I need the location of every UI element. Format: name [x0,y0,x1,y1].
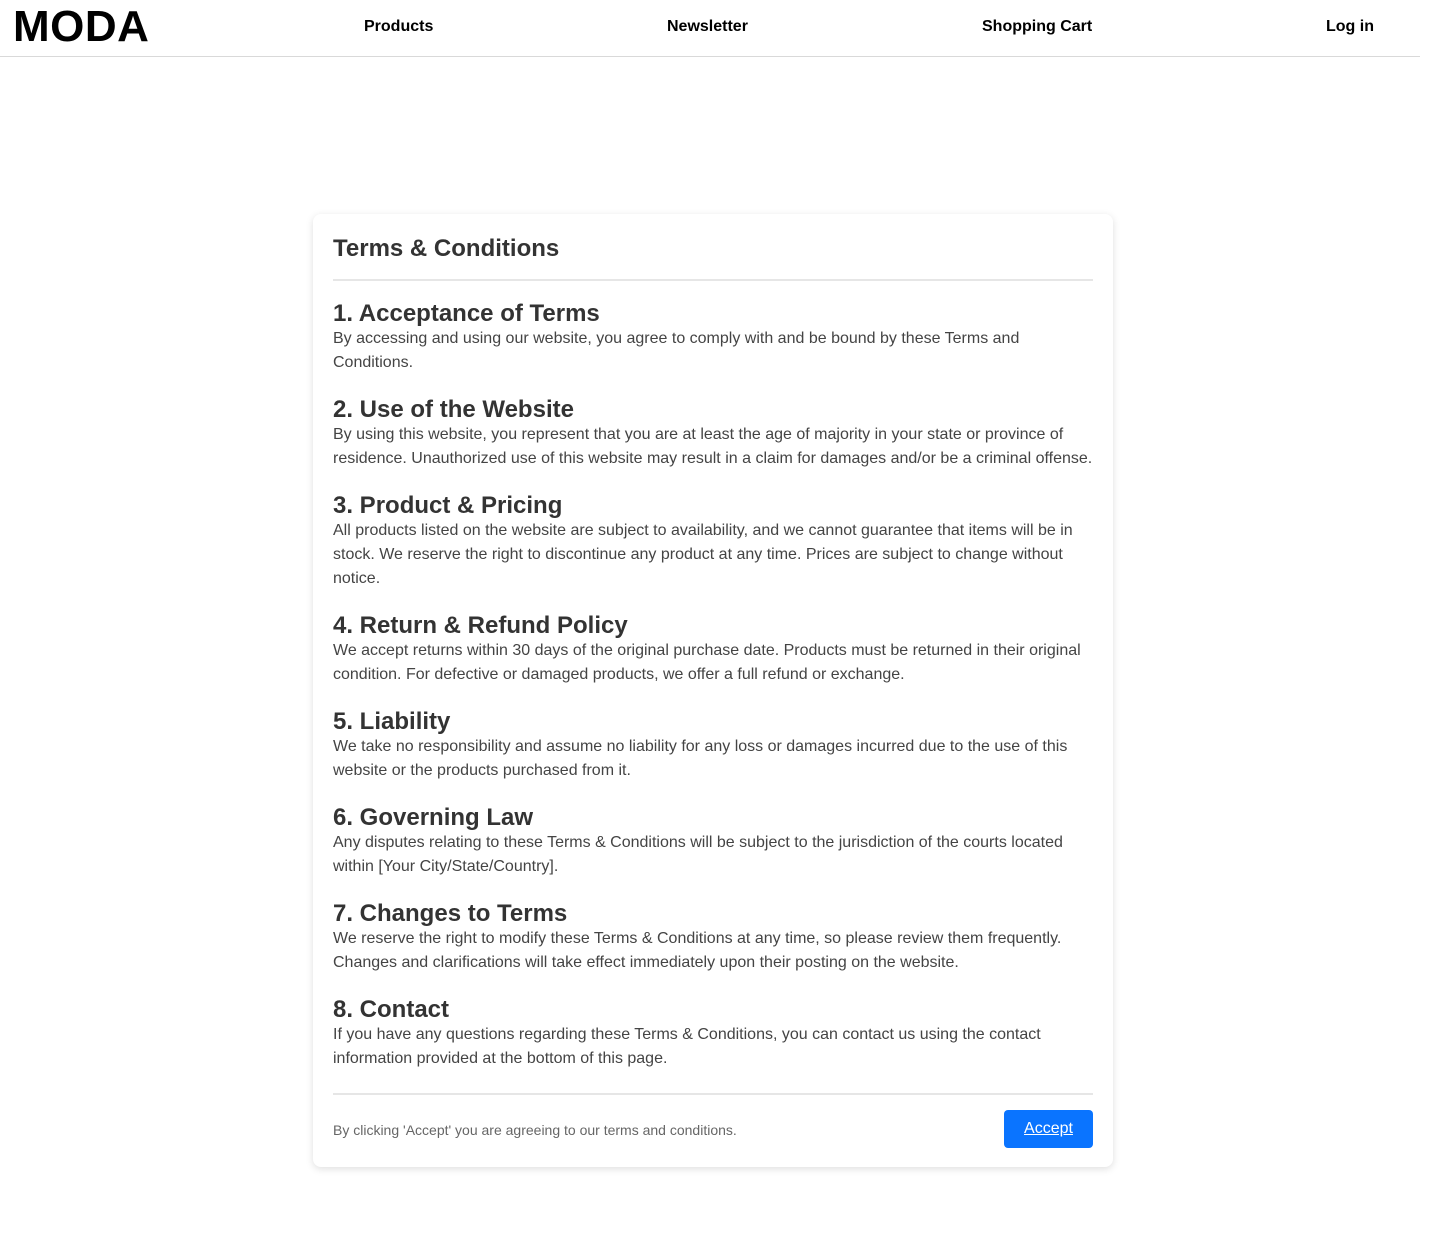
section-heading: 4. Return & Refund Policy [333,612,628,639]
brand-logo[interactable]: MODA [13,3,149,51]
terms-section-return-refund: 4. Return & Refund Policy We accept retu… [333,613,1093,687]
section-body: Any disputes relating to these Terms & C… [333,834,1063,875]
section-heading: 7. Changes to Terms [333,900,568,927]
terms-section-governing-law: 6. Governing Law Any disputes relating t… [333,805,1093,879]
terms-sections: 1. Acceptance of Terms By accessing and … [333,281,1093,1071]
section-body: We reserve the right to modify these Ter… [333,930,1062,971]
section-heading: 5. Liability [333,708,451,735]
nav-link-products[interactable]: Products [364,17,433,37]
terms-footer: By clicking 'Accept' you are agreeing to… [333,1093,1093,1167]
accept-button[interactable]: Accept [1004,1110,1093,1148]
terms-section-product-pricing: 3. Product & Pricing All products listed… [333,493,1093,591]
section-heading: 6. Governing Law [333,804,534,831]
section-body: All products listed on the website are s… [333,522,1073,587]
terms-section-use-of-website: 2. Use of the Website By using this webs… [333,397,1093,471]
section-heading: 2. Use of the Website [333,396,574,423]
section-heading: 8. Contact [333,996,450,1023]
terms-section-contact: 8. Contact If you have any questions reg… [333,997,1093,1071]
terms-card: Terms & Conditions 1. Acceptance of Term… [313,214,1113,1167]
nav-link-login[interactable]: Log in [1326,17,1374,37]
nav-link-shopping-cart[interactable]: Shopping Cart [982,17,1092,37]
terms-section-changes: 7. Changes to Terms We reserve the right… [333,901,1093,975]
accept-disclaimer: By clicking 'Accept' you are agreeing to… [333,1122,737,1138]
section-heading: 3. Product & Pricing [333,492,563,519]
section-body: By using this website, you represent tha… [333,426,1093,467]
section-body: We take no responsibility and assume no … [333,738,1068,779]
terms-title: Terms & Conditions [333,234,1093,281]
section-heading: 1. Acceptance of Terms [333,300,600,327]
terms-section-liability: 5. Liability We take no responsibility a… [333,709,1093,783]
section-body: If you have any questions regarding thes… [333,1026,1041,1067]
nav-link-newsletter[interactable]: Newsletter [667,17,748,37]
top-navbar: MODA Products Newsletter Shopping Cart L… [0,0,1420,57]
section-body: We accept returns within 30 days of the … [333,642,1081,683]
terms-section-acceptance: 1. Acceptance of Terms By accessing and … [333,301,1093,375]
section-body: By accessing and using our website, you … [333,330,1020,371]
